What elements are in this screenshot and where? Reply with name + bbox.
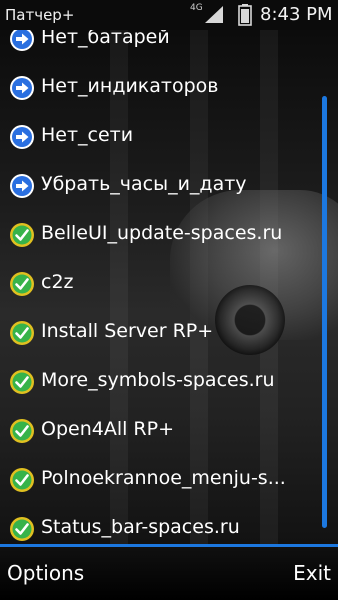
list-item[interactable]: Нет_батарей [0,30,320,62]
list-item-label: Install Server RP+ [41,320,214,342]
status-bar: Патчер+ 4G 8:43 PM [0,0,338,30]
list-item-label: c2z [41,271,74,293]
green-check-icon [9,516,35,542]
scrollbar[interactable] [322,96,327,528]
green-check-icon [9,467,35,493]
list-item-label: Open4All RP+ [41,418,175,440]
list-item[interactable]: Status_bar-spaces.ru [0,506,320,544]
blue-arrow-icon [9,75,35,101]
list-item-label: BelleUI_update-spaces.ru [41,222,283,244]
blue-arrow-icon [9,30,35,52]
list-item[interactable]: Polnoekrannoe_menju-s... [0,457,320,503]
clock: 8:43 PM [260,4,333,25]
exit-softkey[interactable]: Exit [293,561,331,585]
list-item-label: Убрать_часы_и_дату [41,173,247,195]
green-check-icon [9,320,35,346]
list-item-label: Polnoekrannoe_menju-s... [41,467,286,489]
list-item[interactable]: Install Server RP+ [0,310,320,356]
network-type-label: 4G [190,3,203,13]
list-area[interactable]: Нет_батарей Нет_индикаторов Нет_сети Убрать… [0,30,338,544]
green-check-icon [9,418,35,444]
blue-arrow-icon [9,124,35,150]
list-item-label: Нет_сети [41,124,134,146]
list-item-label: More_symbols-spaces.ru [41,369,275,391]
green-check-icon [9,222,35,248]
list-item[interactable]: c2z [0,261,320,307]
softkey-bar: Options Exit [0,544,338,600]
list-item[interactable]: BelleUI_update-spaces.ru [0,212,320,258]
options-softkey[interactable]: Options [7,561,84,585]
list-item-label: Нет_индикаторов [41,75,219,97]
list-item[interactable]: Open4All RP+ [0,408,320,454]
signal-strength-icon [205,6,223,23]
green-check-icon [9,369,35,395]
list-item[interactable]: Нет_сети [0,114,320,160]
battery-icon [238,4,252,26]
list-item[interactable]: Нет_индикаторов [0,65,320,111]
list-item-label: Нет_батарей [41,30,170,48]
list-item[interactable]: More_symbols-spaces.ru [0,359,320,405]
blue-arrow-icon [9,173,35,199]
list-item-label: Status_bar-spaces.ru [41,516,240,538]
app-title: Патчер+ [5,6,75,24]
list-item[interactable]: Убрать_часы_и_дату [0,163,320,209]
green-check-icon [9,271,35,297]
